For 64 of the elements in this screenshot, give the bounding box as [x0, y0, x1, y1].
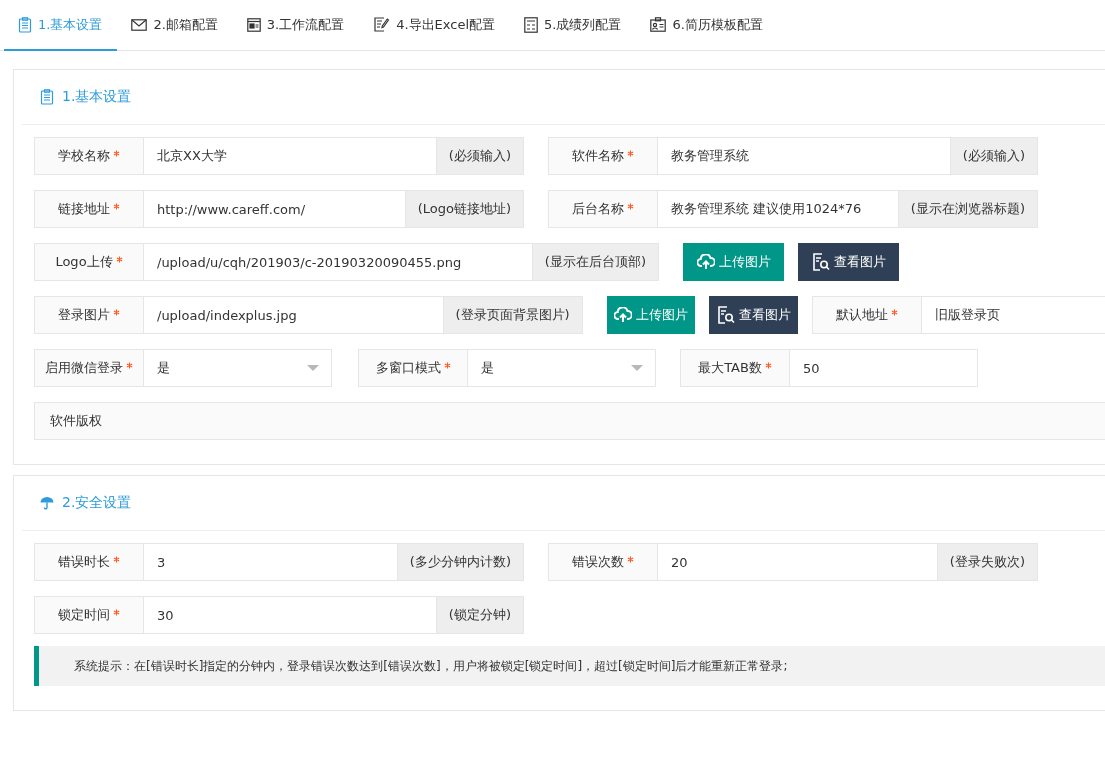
field-hint: (登录失败次): [937, 543, 1038, 581]
input-field[interactable]: http://www.careff.com/: [144, 190, 406, 228]
label-text: 软件名称: [572, 147, 624, 165]
select-field[interactable]: 是: [468, 349, 656, 387]
list-icon: [524, 16, 539, 33]
input-field[interactable]: /upload/indexplus.jpg: [144, 296, 444, 334]
input-field[interactable]: 50: [790, 349, 978, 387]
input-field[interactable]: 教务管理系统: [658, 137, 951, 175]
document-pen-icon: [373, 17, 391, 32]
tab[interactable]: 4.导出Excel配置: [359, 0, 511, 51]
section-title: 1.基本设置: [62, 88, 132, 106]
label-text: 启用微信登录: [45, 359, 123, 377]
label-text: Logo上传: [55, 253, 113, 271]
cloud-upload-icon: [696, 254, 715, 270]
field-hint: (显示在浏览器标题): [898, 190, 1038, 228]
field-hint: (显示在后台顶部): [532, 243, 659, 281]
label-text: 学校名称: [58, 147, 110, 165]
field-hint: (Logo链接地址): [405, 190, 524, 228]
envelope-icon: [131, 18, 148, 31]
document-search-icon: [811, 253, 830, 271]
tab[interactable]: 5.成绩列配置: [510, 0, 637, 51]
label-text: 最大TAB数: [698, 359, 762, 377]
input-field[interactable]: /upload/u/cqh/201903/c-20190320090455.png: [144, 243, 533, 281]
select-value: 是: [157, 359, 170, 377]
section-title: 2.安全设置: [62, 494, 132, 512]
label-text: 多窗口模式: [375, 359, 441, 377]
view-button[interactable]: 查看图片: [798, 243, 899, 281]
field-hint: (多少分钟内计数): [397, 543, 524, 581]
select-field[interactable]: 是: [144, 349, 332, 387]
label-text: 错误次数: [572, 553, 624, 571]
label-text: 链接地址: [58, 200, 110, 218]
input-field[interactable]: 20: [658, 543, 938, 581]
label-text: 错误时长: [58, 553, 110, 571]
input-field[interactable]: 3: [144, 543, 398, 581]
cloud-upload-icon: [614, 307, 632, 323]
id-card-icon: [650, 17, 667, 32]
field-hint: (必须输入): [436, 137, 524, 175]
upload-button[interactable]: 上传图片: [606, 296, 696, 334]
select-value: 是: [481, 359, 494, 377]
window-icon: [246, 17, 261, 32]
label-text: 锁定时间: [58, 606, 110, 624]
field-hint: (登录页面背景图片): [443, 296, 583, 334]
umbrella-icon: [40, 496, 54, 510]
upload-button[interactable]: 上传图片: [683, 243, 784, 281]
document-search-icon: [716, 306, 735, 324]
field-hint: (必须输入): [950, 137, 1038, 175]
input-field[interactable]: 旧版登录页: [922, 296, 1105, 334]
clipboard-icon: [40, 89, 54, 105]
tab[interactable]: 3.工作流配置: [232, 0, 360, 51]
caret-icon: [307, 365, 319, 371]
input-field[interactable]: 30: [144, 596, 437, 634]
input-field[interactable]: 教务管理系统 建议使用1024*76: [658, 190, 899, 228]
input-field[interactable]: 北京XX大学: [144, 137, 437, 175]
clipboard-icon: [18, 16, 32, 33]
caret-icon: [631, 365, 643, 371]
tab[interactable]: 6.简历模板配置: [636, 0, 778, 51]
system-tip: 系统提示：在[错误时长]指定的分钟内，登录错误次数达到[错误次数]，用户将被锁定[锁定时间]，超过[锁定时间]后才能重新正常登录;: [34, 646, 1105, 686]
label-text: 登录图片: [58, 306, 110, 324]
field-hint: (锁定分钟): [436, 596, 524, 634]
label-text: 软件版权: [50, 412, 102, 430]
label-text: 后台名称: [572, 200, 624, 218]
label-text: 默认地址: [836, 306, 888, 324]
view-button[interactable]: 查看图片: [709, 296, 798, 334]
tab[interactable]: 2.邮箱配置: [117, 0, 233, 51]
